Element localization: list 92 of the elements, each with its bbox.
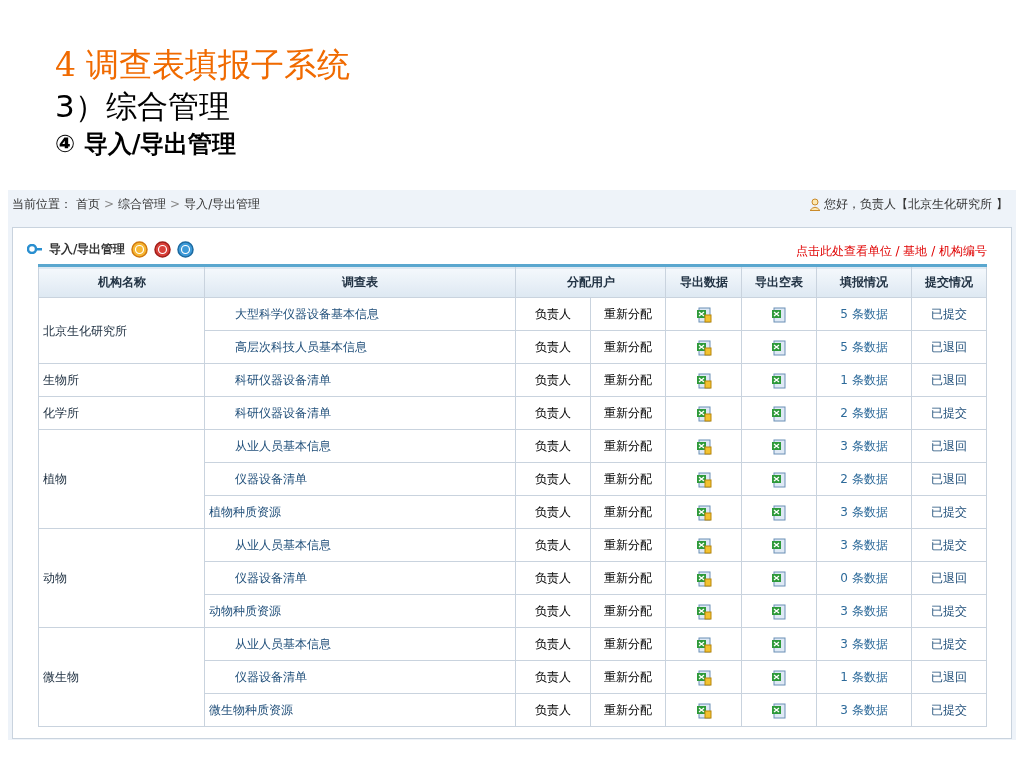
org-name-cell: 微生物	[38, 627, 205, 727]
breadcrumb-link[interactable]: 综合管理	[118, 195, 167, 213]
spreadsheet-icon[interactable]	[771, 669, 787, 686]
spreadsheet-lock-icon[interactable]	[695, 504, 712, 521]
spreadsheet-lock-icon[interactable]	[695, 636, 712, 653]
assigned-user-cell: 负责人	[515, 462, 591, 496]
breadcrumb-separator: >	[170, 196, 181, 213]
survey-name-cell: 大型科学仪器设备基本信息	[204, 297, 516, 331]
survey-name-cell: 仪器设备清单	[204, 462, 516, 496]
spreadsheet-lock-icon[interactable]	[695, 537, 712, 554]
column-header: 调查表	[204, 265, 516, 298]
spreadsheet-icon[interactable]	[771, 471, 787, 488]
survey-name-cell: 微生物种质资源	[204, 693, 516, 727]
survey-name-cell: 科研仪器设备清单	[204, 396, 516, 430]
spreadsheet-icon[interactable]	[771, 438, 787, 455]
spreadsheet-icon[interactable]	[771, 537, 787, 554]
assigned-user-cell: 负责人	[515, 495, 591, 529]
survey-name-cell: 动物种质资源	[204, 594, 516, 628]
breadcrumb-link[interactable]: 导入/导出管理	[184, 195, 261, 213]
greeting-text: 您好，负责人【北京生化研究所 】	[824, 196, 1008, 213]
spreadsheet-icon[interactable]	[771, 570, 787, 587]
survey-name-cell: 仪器设备清单	[204, 660, 516, 694]
spreadsheet-icon[interactable]	[771, 372, 787, 389]
org-name-cell: 动物	[38, 528, 205, 628]
spreadsheet-lock-icon[interactable]	[695, 702, 712, 719]
column-header: 提交情况	[911, 265, 987, 298]
spreadsheet-lock-icon[interactable]	[695, 471, 712, 488]
column-header: 机构名称	[38, 265, 205, 298]
panel-title: 导入/导出管理	[49, 241, 126, 258]
column-header: 分配用户	[515, 265, 666, 298]
survey-name-cell: 植物种质资源	[204, 495, 516, 529]
submit-status-cell: 已提交	[911, 693, 987, 727]
user-icon	[809, 197, 822, 211]
submit-status-cell: 已退回	[911, 462, 987, 496]
assigned-user-cell: 负责人	[515, 693, 591, 727]
spreadsheet-lock-icon[interactable]	[695, 339, 712, 356]
org-name-cell: 化学所	[38, 396, 205, 430]
spreadsheet-icon[interactable]	[771, 603, 787, 620]
spreadsheet-lock-icon[interactable]	[695, 372, 712, 389]
submit-status-cell: 已提交	[911, 528, 987, 562]
submit-status-cell: 已退回	[911, 330, 987, 364]
survey-name-cell: 仪器设备清单	[204, 561, 516, 595]
assigned-user-cell: 负责人	[515, 396, 591, 430]
assigned-user-cell: 负责人	[515, 627, 591, 661]
assigned-user-cell: 负责人	[515, 330, 591, 364]
assigned-user-cell: 负责人	[515, 528, 591, 562]
spreadsheet-icon[interactable]	[771, 306, 787, 323]
spreadsheet-icon[interactable]	[771, 702, 787, 719]
org-name-cell: 植物	[38, 429, 205, 529]
survey-name-cell: 从业人员基本信息	[204, 627, 516, 661]
submit-status-cell: 已退回	[911, 429, 987, 463]
assigned-user-cell: 负责人	[515, 561, 591, 595]
submit-status-cell: 已退回	[911, 561, 987, 595]
section-heading: ④ 导入/导出管理	[55, 129, 238, 160]
org-name-cell: 北京生化研究所	[38, 297, 205, 364]
slide-title: 4 调查表填报子系统	[55, 44, 352, 86]
column-header: 导出空表	[741, 265, 817, 298]
assigned-user-cell: 负责人	[515, 363, 591, 397]
survey-name-cell: 从业人员基本信息	[204, 528, 516, 562]
submit-status-cell: 已提交	[911, 396, 987, 430]
org-name-cell: 生物所	[38, 363, 205, 397]
submit-status-cell: 已提交	[911, 627, 987, 661]
breadcrumb-link[interactable]: 首页	[76, 195, 100, 213]
assigned-user-cell: 负责人	[515, 660, 591, 694]
submit-status-cell: 已提交	[911, 297, 987, 331]
assigned-user-cell: 负责人	[515, 297, 591, 331]
spreadsheet-lock-icon[interactable]	[695, 603, 712, 620]
assigned-user-cell: 负责人	[515, 594, 591, 628]
breadcrumb-label: 当前位置：	[12, 196, 72, 213]
spreadsheet-lock-icon[interactable]	[695, 405, 712, 422]
submit-status-cell: 已提交	[911, 495, 987, 529]
submit-status-cell: 已退回	[911, 363, 987, 397]
spreadsheet-icon[interactable]	[771, 504, 787, 521]
spreadsheet-lock-icon[interactable]	[695, 306, 712, 323]
spreadsheet-icon[interactable]	[771, 339, 787, 356]
spreadsheet-icon[interactable]	[771, 636, 787, 653]
assigned-user-cell: 负责人	[515, 429, 591, 463]
spreadsheet-lock-icon[interactable]	[695, 669, 712, 686]
submit-status-cell: 已提交	[911, 594, 987, 628]
submit-status-cell: 已退回	[911, 660, 987, 694]
survey-name-cell: 高层次科技人员基本信息	[204, 330, 516, 364]
survey-name-cell: 从业人员基本信息	[204, 429, 516, 463]
column-header: 填报情况	[816, 265, 912, 298]
view-codes-link[interactable]: 点击此处查看单位 / 基地 / 机构编号	[795, 242, 987, 264]
slide-subtitle: 3）综合管理	[55, 87, 231, 126]
spreadsheet-lock-icon[interactable]	[695, 438, 712, 455]
spreadsheet-icon[interactable]	[771, 405, 787, 422]
key-icon	[27, 244, 43, 254]
breadcrumb-separator: >	[104, 196, 115, 213]
survey-name-cell: 科研仪器设备清单	[204, 363, 516, 397]
spreadsheet-lock-icon[interactable]	[695, 570, 712, 587]
column-header: 导出数据	[665, 265, 742, 298]
